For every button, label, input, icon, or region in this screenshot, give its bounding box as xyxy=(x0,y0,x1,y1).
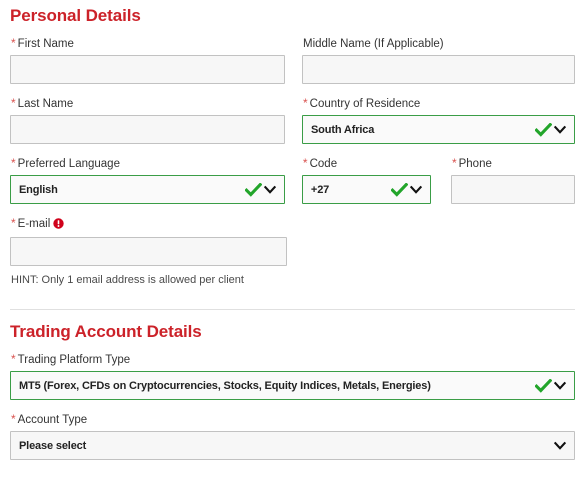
field-code: * Code +27 xyxy=(301,157,431,204)
required-asterisk: * xyxy=(303,96,308,110)
required-asterisk: * xyxy=(11,156,16,170)
required-asterisk: * xyxy=(11,36,16,50)
field-preferred-language: * Preferred Language English xyxy=(10,157,285,204)
select-indicators xyxy=(535,378,566,393)
code-select-value: +27 xyxy=(310,183,330,196)
select-indicators xyxy=(244,182,276,197)
preferred-language-select-value: English xyxy=(19,183,58,196)
required-asterisk: * xyxy=(302,156,308,170)
first-name-input[interactable] xyxy=(10,55,285,84)
check-icon xyxy=(535,122,552,137)
section-title-trading-account-details: Trading Account Details xyxy=(10,322,202,341)
required-asterisk: * xyxy=(11,412,16,426)
chevron-down-icon[interactable] xyxy=(554,381,566,391)
chevron-down-icon[interactable] xyxy=(554,441,566,451)
form-row-platform-type: * Trading Platform Type MT5 (Forex, CFDs … xyxy=(10,353,575,400)
phone-label-text: Phone xyxy=(458,158,492,170)
select-indicators xyxy=(390,182,422,197)
account-type-select[interactable]: Please select xyxy=(10,431,575,460)
preferred-language-label: * Preferred Language xyxy=(10,157,285,175)
field-phone: * Phone xyxy=(450,157,575,204)
field-middle-name: Middle Name (If Applicable) xyxy=(302,37,575,84)
form-row-names: * First Name Middle Name (If Applicable) xyxy=(10,37,575,84)
form-row-account-type: * Account Type Please select xyxy=(10,413,575,460)
registration-form: Personal Details * First Name Middle Name… xyxy=(0,0,585,503)
preferred-language-select[interactable]: English xyxy=(10,175,285,204)
country-select[interactable]: South Africa xyxy=(302,115,575,144)
middle-name-input[interactable] xyxy=(302,55,575,84)
email-label: * E-mail xyxy=(10,217,287,237)
required-asterisk: * xyxy=(11,352,16,366)
first-name-label: * First Name xyxy=(10,37,285,55)
first-name-label-text: First Name xyxy=(17,38,74,50)
form-row-language-code-phone: * Preferred Language English * Code +27 … xyxy=(10,157,575,204)
select-indicators xyxy=(554,441,566,451)
check-icon xyxy=(535,378,552,393)
country-select-value: South Africa xyxy=(311,123,375,136)
last-name-input[interactable] xyxy=(10,115,285,144)
chevron-down-icon[interactable] xyxy=(554,125,566,135)
chevron-down-icon[interactable] xyxy=(263,185,276,195)
trading-platform-type-label-text: Trading Platform Type xyxy=(17,354,131,366)
email-label-text: E-mail xyxy=(17,218,51,230)
required-asterisk: * xyxy=(11,96,16,110)
required-asterisk: * xyxy=(11,216,16,230)
field-last-name: * Last Name xyxy=(10,97,285,144)
account-type-select-value: Please select xyxy=(19,439,87,452)
trading-platform-type-select-value: MT5 (Forex, CFDs on Cryptocurrencies, St… xyxy=(19,379,431,392)
account-type-label-text: Account Type xyxy=(17,414,88,426)
country-label-text: Country of Residence xyxy=(309,98,421,110)
field-email: * E-mail HINT: Only 1 email address is al… xyxy=(10,217,287,287)
info-circle-icon[interactable] xyxy=(53,218,64,233)
code-select[interactable]: +27 xyxy=(301,175,431,204)
select-indicators xyxy=(535,122,566,137)
check-icon xyxy=(390,182,408,197)
section-title-personal-details: Personal Details xyxy=(10,6,141,25)
check-icon xyxy=(244,182,262,197)
field-account-type: * Account Type Please select xyxy=(10,413,575,460)
chevron-down-icon[interactable] xyxy=(409,185,422,195)
phone-label: * Phone xyxy=(451,157,575,175)
required-asterisk: * xyxy=(451,156,457,170)
form-row-lastname-country: * Last Name * Country of Residence South A… xyxy=(10,97,575,144)
middle-name-label-text: Middle Name (If Applicable) xyxy=(303,38,444,50)
country-label: * Country of Residence xyxy=(302,97,575,115)
field-trading-platform-type: * Trading Platform Type MT5 (Forex, CFDs … xyxy=(10,353,575,400)
trading-platform-type-label: * Trading Platform Type xyxy=(10,353,575,371)
email-hint: HINT: Only 1 email address is allowed pe… xyxy=(11,274,244,286)
code-label: * Code xyxy=(302,157,431,175)
email-input[interactable] xyxy=(10,237,287,266)
preferred-language-label-text: Preferred Language xyxy=(17,158,120,170)
field-first-name: * First Name xyxy=(10,37,285,84)
field-country-of-residence: * Country of Residence South Africa xyxy=(302,97,575,144)
last-name-label: * Last Name xyxy=(10,97,285,115)
middle-name-label: Middle Name (If Applicable) xyxy=(302,37,575,55)
account-type-label: * Account Type xyxy=(10,413,575,431)
phone-input[interactable] xyxy=(450,175,575,204)
last-name-label-text: Last Name xyxy=(17,98,74,110)
code-label-text: Code xyxy=(309,158,338,170)
trading-platform-type-select[interactable]: MT5 (Forex, CFDs on Cryptocurrencies, St… xyxy=(10,371,575,400)
form-row-email: * E-mail HINT: Only 1 email address is al… xyxy=(10,217,575,287)
